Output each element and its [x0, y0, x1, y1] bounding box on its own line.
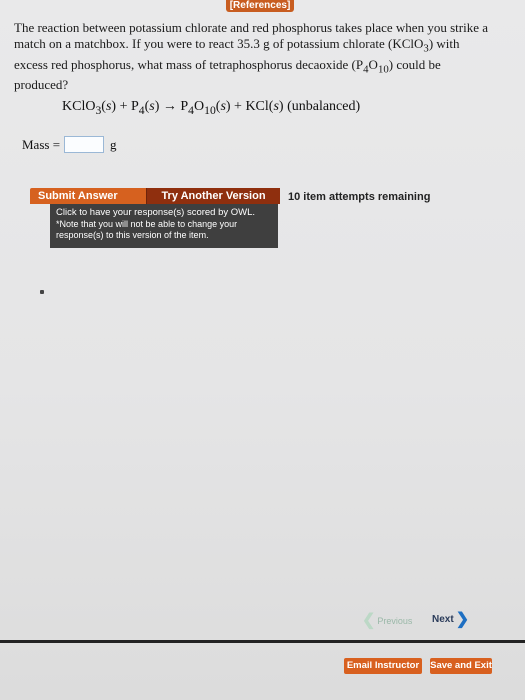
- mouse-cursor-mark: [40, 290, 44, 294]
- chemical-equation: KClO3(s) + P4(s) → P4O10(s) + KCl(s) (un…: [62, 99, 361, 117]
- previous-label: Previous: [377, 616, 413, 626]
- mass-answer-row: Mass = g: [22, 136, 117, 153]
- mass-input[interactable]: [64, 136, 105, 153]
- email-instructor-button[interactable]: Email Instructor: [344, 658, 422, 674]
- next-label: Next: [432, 614, 454, 625]
- footer-divider: [0, 640, 525, 643]
- question-text: The reaction between potassium chlorate …: [14, 20, 488, 93]
- attempts-remaining: 10 item attempts remaining: [288, 191, 431, 203]
- tooltip-line2: *Note that you will not be able to chang…: [56, 219, 238, 240]
- equation-note: (unbalanced): [287, 99, 361, 114]
- references-tab[interactable]: [References]: [226, 0, 294, 12]
- answer-action-bar: Submit Answer Try Another Version: [30, 188, 280, 204]
- owl-question-screen: [References] The reaction between potass…: [0, 0, 525, 700]
- mass-unit: g: [110, 136, 117, 152]
- tooltip-line1: Click to have your response(s) scored by…: [56, 207, 256, 218]
- chevron-right-icon: ❯: [455, 610, 470, 628]
- previous-button[interactable]: ❮ Previous: [362, 612, 413, 629]
- submit-answer-button[interactable]: Submit Answer: [30, 188, 146, 204]
- submit-tooltip: Click to have your response(s) scored by…: [50, 204, 278, 248]
- save-and-exit-button[interactable]: Save and Exit: [430, 658, 492, 674]
- next-button[interactable]: Next ❯: [432, 610, 470, 628]
- mass-label: Mass =: [22, 136, 61, 152]
- chevron-left-icon: ❮: [362, 612, 376, 629]
- try-another-version-button[interactable]: Try Another Version: [146, 188, 280, 204]
- question-text-part1: The reaction between potassium chlorate …: [14, 20, 488, 51]
